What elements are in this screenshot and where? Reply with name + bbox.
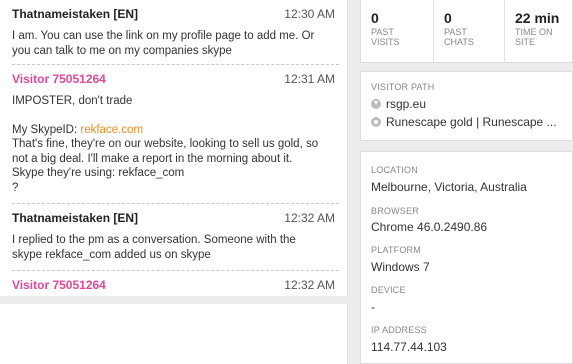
browser-label: BROWSER [371,206,419,216]
stat-past-visits: 0 PAST VISITS [371,10,400,47]
chat-transcript[interactable]: Thatnameistaken [EN] 12:30 AM I am. You … [0,0,348,296]
message-text: I replied to the pm as a conversation. S… [12,234,296,261]
message-text: IMPOSTER, don't trade My SkypeID: rekfac… [12,95,319,194]
device-value: - [371,300,375,314]
ip-address-label: IP ADDRESS [371,325,427,335]
path-item[interactable]: Runescape gold | Runescape ... [371,115,557,129]
chat-message: Thatnameistaken [EN] 12:30 AM I am. You … [12,0,339,65]
platform-label: PLATFORM [371,245,421,255]
ip-address-value: 114.77.44.103 [371,340,447,354]
message-time: 12:32 AM [284,211,335,225]
visitor-path-label: VISITOR PATH [371,82,435,92]
page-dot-icon [371,117,381,127]
visitor-info-sidebar: 0 PAST VISITS 0 PAST CHATS 22 min TIME ON S… [360,0,573,364]
location-value: Melbourne, Victoria, Australia [371,180,527,194]
download-arrow-icon [371,99,381,109]
skype-link[interactable]: rekface.com [80,124,143,136]
message-input[interactable] [0,304,348,364]
message-time: 12:32 AM [284,278,335,292]
message-author: Visitor 75051264 [12,72,106,86]
visitor-stats: 0 PAST VISITS 0 PAST CHATS 22 min TIME ON S… [360,0,573,63]
browser-value: Chrome 46.0.2490.86 [371,220,488,234]
stat-time-on-site: 22 min TIME ON SITE [504,0,573,62]
location-label: LOCATION [371,165,418,175]
chat-message: Visitor 75051264 12:32 AM [12,271,339,296]
platform-value: Windows 7 [371,260,430,274]
path-item[interactable]: rsgp.eu [371,97,426,111]
message-author: Thatnameistaken [EN] [12,7,139,21]
message-time: 12:31 AM [284,72,335,86]
device-label: DEVICE [371,285,406,295]
visitor-path-card: VISITOR PATH rsgp.eu Runescape gold | Ru… [360,71,573,141]
visitor-details-card: LOCATION Melbourne, Victoria, Australia … [360,151,573,364]
message-author: Thatnameistaken [EN] [12,211,139,225]
message-text: I am. You can use the link on my profile… [12,30,315,57]
message-time: 12:30 AM [284,7,335,21]
chat-message: Thatnameistaken [EN] 12:32 AM I replied … [12,204,339,271]
stat-past-chats: 0 PAST CHATS [433,0,504,62]
chat-message: Visitor 75051264 12:31 AM IMPOSTER, don'… [12,65,339,204]
message-author: Visitor 75051264 [12,278,106,292]
